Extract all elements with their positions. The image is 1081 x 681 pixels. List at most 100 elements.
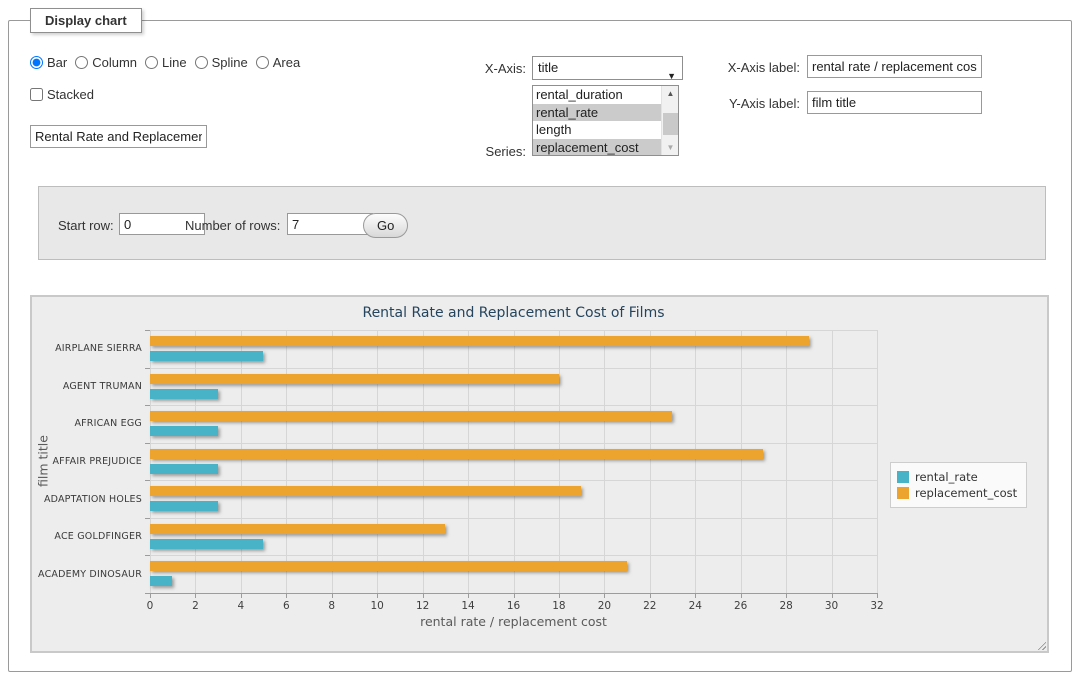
- x-axis-tick-label: 12: [408, 600, 438, 612]
- radio-column[interactable]: Column: [75, 55, 137, 70]
- y-axis-tick: [145, 518, 150, 519]
- radio-bar-input[interactable]: [30, 56, 43, 69]
- number-of-rows-input[interactable]: [287, 213, 373, 235]
- y-axis-label-input[interactable]: [807, 91, 982, 114]
- x-axis-tick-label: 22: [635, 600, 665, 612]
- x-axis-tick-label: 8: [317, 600, 347, 612]
- dropdown-arrow-icon: ▼: [667, 65, 676, 87]
- gridline-vertical: [695, 330, 696, 593]
- category-label: ADAPTATION HOLES: [32, 480, 142, 518]
- x-axis-tick-label: 6: [271, 600, 301, 612]
- category-label: AFFAIR PREJUDICE: [32, 443, 142, 481]
- gridline-vertical: [741, 330, 742, 593]
- radio-area[interactable]: Area: [256, 55, 300, 70]
- bar-replacement_cost: [150, 524, 445, 534]
- gridline-vertical: [195, 330, 196, 593]
- x-axis-tick-label: 4: [226, 600, 256, 612]
- start-row-label: Start row:: [58, 218, 114, 233]
- x-axis-tick-label: 24: [680, 600, 710, 612]
- bar-replacement_cost: [150, 449, 763, 459]
- gridline-horizontal: [150, 405, 877, 406]
- gridline-vertical: [332, 330, 333, 593]
- series-option[interactable]: length: [533, 121, 678, 139]
- x-axis-select[interactable]: title ▼: [532, 56, 683, 80]
- radio-line[interactable]: Line: [145, 55, 187, 70]
- y-axis-tick: [145, 405, 150, 406]
- go-button[interactable]: Go: [363, 213, 408, 238]
- x-axis-label-input[interactable]: [807, 55, 982, 78]
- x-axis-tick-label: 14: [453, 600, 483, 612]
- x-axis-label-caption: X-Axis label:: [700, 60, 800, 75]
- series-listbox[interactable]: rental_durationrental_ratelengthreplacem…: [532, 85, 679, 156]
- gridline-vertical: [650, 330, 651, 593]
- series-option[interactable]: rental_rate: [533, 104, 678, 122]
- radio-spline[interactable]: Spline: [195, 55, 248, 70]
- bar-rental_rate: [150, 426, 218, 436]
- legend-item-rental_rate[interactable]: rental_rate: [897, 470, 1017, 484]
- gridline-horizontal: [150, 480, 877, 481]
- legend-label: rental_rate: [915, 470, 978, 484]
- stacked-checkbox-row[interactable]: Stacked: [30, 87, 94, 102]
- radio-area-input[interactable]: [256, 56, 269, 69]
- legend-label: replacement_cost: [915, 486, 1017, 500]
- chart-type-radio-group: Bar Column Line Spline Area: [30, 55, 308, 70]
- series-option[interactable]: replacement_cost: [533, 139, 678, 157]
- y-axis-tick: [145, 330, 150, 331]
- chart-title: Rental Rate and Replacement Cost of Film…: [150, 305, 877, 321]
- number-of-rows-label: Number of rows:: [185, 218, 280, 233]
- bar-rental_rate: [150, 389, 218, 399]
- chart-legend: rental_rate replacement_cost: [890, 462, 1027, 508]
- x-axis-line: [150, 593, 877, 594]
- legend-item-replacement_cost[interactable]: replacement_cost: [897, 486, 1017, 500]
- series-options: rental_durationrental_ratelengthreplacem…: [533, 86, 678, 156]
- series-option[interactable]: rental_duration: [533, 86, 678, 104]
- bar-replacement_cost: [150, 374, 559, 384]
- radio-column-label: Column: [92, 55, 137, 70]
- stacked-checkbox[interactable]: [30, 88, 43, 101]
- bar-replacement_cost: [150, 336, 809, 346]
- scroll-down-icon[interactable]: ▼: [662, 140, 679, 155]
- gridline-vertical: [514, 330, 515, 593]
- bar-replacement_cost: [150, 411, 672, 421]
- gridline-vertical: [241, 330, 242, 593]
- legend-swatch-icon: [897, 471, 909, 483]
- x-axis-tick-label: 26: [726, 600, 756, 612]
- radio-line-input[interactable]: [145, 56, 158, 69]
- x-axis-select-label: X-Axis:: [430, 61, 526, 76]
- x-axis-tick-label: 0: [135, 600, 165, 612]
- gridline-vertical: [786, 330, 787, 593]
- radio-bar-label: Bar: [47, 55, 67, 70]
- radio-column-input[interactable]: [75, 56, 88, 69]
- y-axis-tick: [145, 368, 150, 369]
- scroll-up-icon[interactable]: ▲: [662, 86, 679, 101]
- bar-replacement_cost: [150, 561, 627, 571]
- radio-spline-input[interactable]: [195, 56, 208, 69]
- x-axis-tick-label: 18: [544, 600, 574, 612]
- x-axis-tick-label: 16: [499, 600, 529, 612]
- x-axis-tick-label: 32: [862, 600, 892, 612]
- x-axis-tick-label: 10: [362, 600, 392, 612]
- stacked-label: Stacked: [47, 87, 94, 102]
- series-list-label: Series:: [430, 144, 526, 159]
- fieldset-legend: Display chart: [30, 8, 142, 33]
- radio-spline-label: Spline: [212, 55, 248, 70]
- category-label: AFRICAN EGG: [32, 405, 142, 443]
- gridline-horizontal: [150, 443, 877, 444]
- radio-bar[interactable]: Bar: [30, 55, 67, 70]
- series-scrollbar[interactable]: ▲ ▼: [661, 86, 678, 155]
- bar-rental_rate: [150, 539, 263, 549]
- row-range-panel: Start row: Number of rows: Go: [38, 186, 1046, 260]
- chart-panel: Rental Rate and Replacement Cost of Film…: [30, 295, 1049, 653]
- x-axis-selected-value: title: [538, 60, 558, 75]
- gridline-horizontal: [150, 368, 877, 369]
- scrollbar-thumb[interactable]: [663, 113, 678, 135]
- resize-grip-icon[interactable]: [1035, 639, 1046, 650]
- bar-rental_rate: [150, 351, 263, 361]
- y-axis-tick: [145, 555, 150, 556]
- chart-title-input[interactable]: [30, 125, 207, 148]
- x-axis-tick-label: 30: [817, 600, 847, 612]
- gridline-vertical: [832, 330, 833, 593]
- gridline-vertical: [468, 330, 469, 593]
- y-axis-tick: [145, 443, 150, 444]
- x-axis-tick-label: 28: [771, 600, 801, 612]
